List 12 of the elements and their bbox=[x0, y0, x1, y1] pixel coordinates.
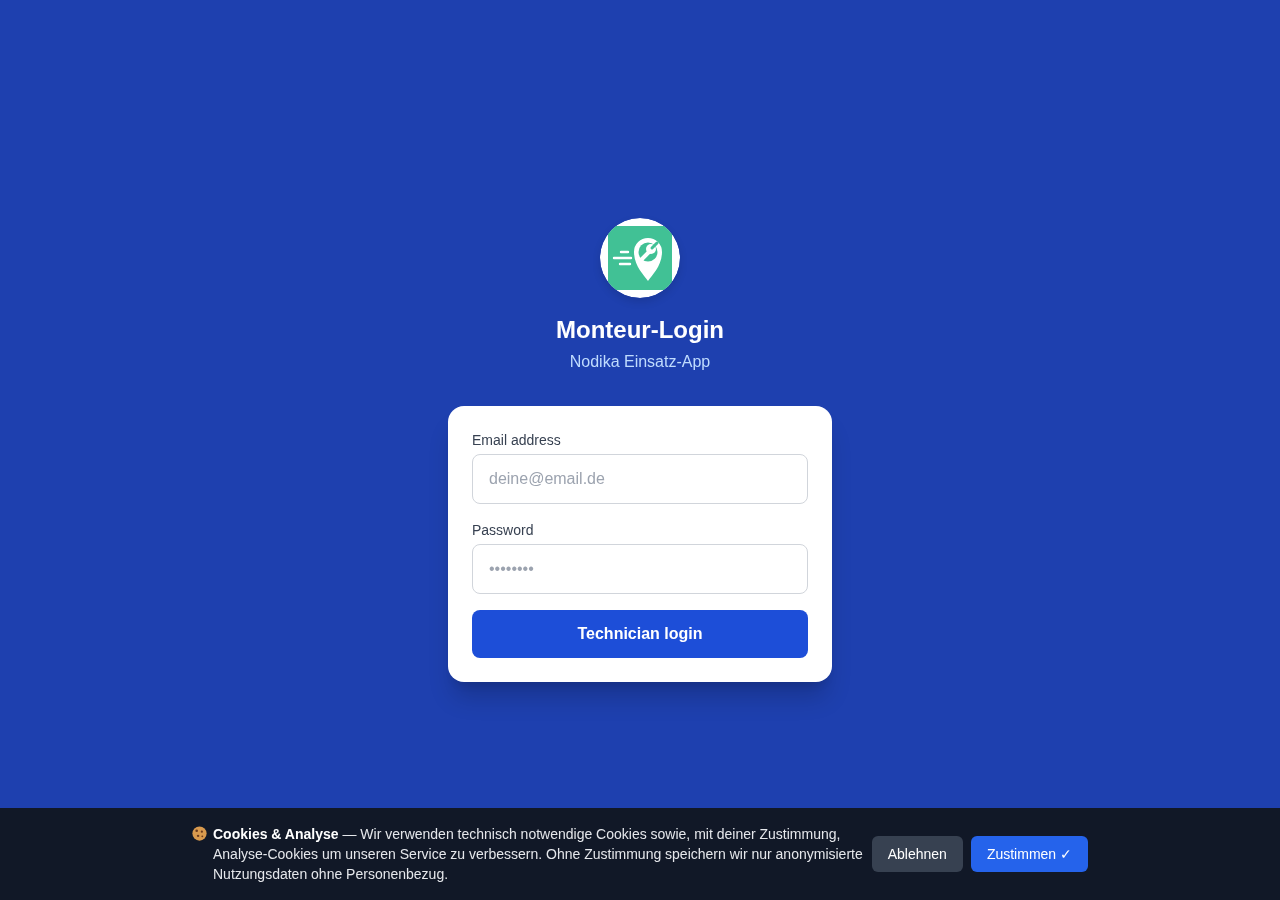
login-button[interactable]: Technician login bbox=[472, 610, 808, 658]
cookie-icon bbox=[192, 826, 207, 841]
input-field[interactable]: deine@email.de bbox=[472, 454, 808, 504]
cookie-notice-text: Cookies & Analyse — Wir verwenden technisch notwendige Cookies sowie, mit deiner Zustimmung, Analyse-Cookies um unseren Service zu verbessern. Ohne Zustimmung speichern wir nur anonymisierte Nutzungsdaten ohne Personenbezug. bbox=[213, 825, 864, 884]
field-label: Password bbox=[472, 521, 534, 540]
app-subtitle: Nodika Einsatz-App bbox=[569, 352, 711, 372]
page-title: Monteur-Login bbox=[556, 315, 724, 345]
field-label: Email address bbox=[472, 431, 561, 450]
logo-icon bbox=[600, 218, 680, 298]
decline-button[interactable]: Ablehnen bbox=[871, 836, 963, 872]
input-field[interactable]: •••••••• bbox=[472, 544, 808, 594]
accept-button[interactable]: Zustimmen ✓ bbox=[970, 836, 1088, 872]
